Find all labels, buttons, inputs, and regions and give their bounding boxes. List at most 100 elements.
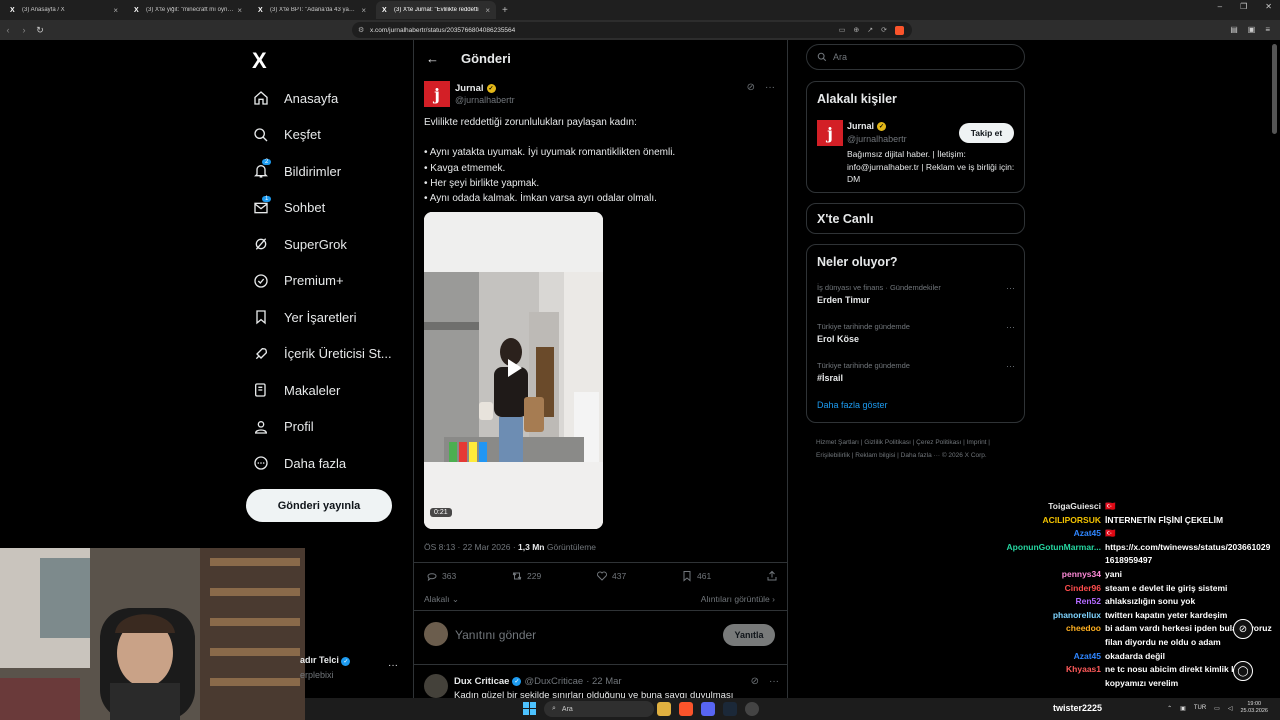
taskbar-search[interactable]: ⌕ Ara <box>544 701 654 717</box>
account-switcher[interactable]: adır Telci ✓ erplebixi <box>300 655 351 680</box>
avatar[interactable] <box>424 622 448 646</box>
back-arrow-icon[interactable]: ← <box>426 51 439 66</box>
avatar[interactable]: j <box>424 81 450 107</box>
trend-item[interactable]: İş dünyası ve finans · Gündemdekiler Erd… <box>817 283 1015 305</box>
obs-icon[interactable] <box>745 702 759 716</box>
tray-app-icon[interactable]: ▣ <box>1180 705 1186 712</box>
grok-icon[interactable]: ⊘ <box>1233 619 1253 639</box>
close-icon[interactable]: × <box>113 6 118 15</box>
trend-item[interactable]: Türkiye tarihinde gündemde Erol Köse ··· <box>817 322 1015 344</box>
trend-item[interactable]: Türkiye tarihinde gündemde #İsrail ··· <box>817 361 1015 383</box>
show-more-link[interactable]: Daha fazla göster <box>817 400 888 410</box>
search-icon <box>817 52 827 62</box>
url-field[interactable]: ⚙ x.com/jurnalhabertr/status/20357668040… <box>352 22 912 38</box>
new-tab-button[interactable]: + <box>502 5 508 16</box>
chat-bubble-icon[interactable]: ◯ <box>1233 661 1253 681</box>
browser-tab[interactable]: X (3) X'te yiğit: "minecraft mı oynuyon × <box>128 1 248 19</box>
minimize-icon[interactable]: – <box>1218 2 1222 11</box>
search-icon: ⌕ <box>552 705 556 712</box>
close-icon[interactable]: × <box>485 6 490 15</box>
avatar[interactable]: j <box>817 120 843 146</box>
related-person-handle[interactable]: @jurnalhabertr <box>847 134 907 144</box>
tweet-views-label: Görüntüleme <box>546 542 597 552</box>
footer-links[interactable]: Hizmet Şartları | Gizlilik Politikası | … <box>816 436 1016 462</box>
bookmark-button[interactable]: 461 <box>681 570 711 582</box>
browser-tab-active[interactable]: X (3) X'te Jurnal: "Evlilikte reddetti × <box>376 1 496 19</box>
zoom-icon[interactable]: ⊕ <box>853 26 859 35</box>
os-taskbar: ⌕ Ara twister2225 ⌃ ▣ TUR ▭ ◁ 19:00 25.03… <box>305 698 1280 720</box>
share-button[interactable] <box>766 570 778 582</box>
close-icon[interactable]: × <box>237 6 242 15</box>
reply-header-actions: ⊘ ··· <box>751 676 779 687</box>
sidebar-item-messages[interactable]: 1 Sohbet <box>252 190 392 227</box>
steam-icon[interactable] <box>723 702 737 716</box>
menu-icon[interactable]: ≡ <box>1265 25 1270 34</box>
sidebar-item-creator-studio[interactable]: İçerik Üreticisi St... <box>252 336 392 373</box>
browser-tab[interactable]: X(3) X'te BPT: "Adana'da 43 yaşındaki× <box>252 1 372 19</box>
sidebar-item-explore[interactable]: Keşfet <box>252 117 392 154</box>
translate-icon[interactable]: ⟳ <box>881 26 887 35</box>
forward-arrow-icon[interactable]: › <box>16 25 32 35</box>
share-icon[interactable]: ↗ <box>867 26 873 35</box>
view-quotes-link[interactable]: Alıntıları görüntüle › <box>701 594 775 604</box>
like-button[interactable]: 437 <box>596 570 626 582</box>
browser-tab[interactable]: X (3) Anasayfa / X × <box>4 1 124 19</box>
tweet-handle[interactable]: @jurnalhabertr <box>455 95 515 105</box>
more-options-icon[interactable]: ··· <box>1006 283 1015 293</box>
more-options-icon[interactable]: ··· <box>1006 361 1015 371</box>
restore-icon[interactable]: ❐ <box>1240 2 1247 11</box>
close-icon[interactable]: × <box>361 6 366 15</box>
live-card[interactable]: X'te Canlı <box>806 203 1025 234</box>
back-arrow-icon[interactable]: ‹ <box>0 25 16 35</box>
tweet-video[interactable]: 0:21 <box>424 212 603 529</box>
sidebar-item-profile[interactable]: Profil <box>252 409 392 446</box>
related-person-name[interactable]: Jurnal ✓ <box>847 121 887 131</box>
video-duration: 0:21 <box>430 508 452 517</box>
sort-relevant-dropdown[interactable]: Alakalı ⌄ <box>424 594 459 605</box>
play-icon[interactable] <box>502 356 526 380</box>
more-options-icon[interactable]: ··· <box>769 676 779 687</box>
network-icon[interactable]: ▭ <box>1214 705 1220 712</box>
volume-icon[interactable]: ◁ <box>1228 705 1233 712</box>
tray-chevron-icon[interactable]: ⌃ <box>1167 705 1172 712</box>
reply-input[interactable]: Yanıtını gönder <box>455 628 536 642</box>
verified-badge-icon: ✓ <box>877 121 887 131</box>
sidebar-item-notifications[interactable]: 2 Bildirimler <box>252 153 392 190</box>
grok-icon[interactable]: ⊘ <box>751 676 759 687</box>
x-logo-icon[interactable]: X <box>252 48 267 74</box>
search-input[interactable]: Ara <box>806 44 1025 70</box>
grok-icon[interactable]: ⊘ <box>747 82 755 93</box>
avatar[interactable] <box>424 674 448 698</box>
retweet-button[interactable]: 229 <box>511 570 541 582</box>
brave-browser-icon[interactable] <box>679 702 693 716</box>
more-options-icon[interactable]: ··· <box>1006 322 1015 332</box>
file-explorer-icon[interactable] <box>657 702 671 716</box>
divider <box>414 610 787 611</box>
more-options-icon[interactable]: ··· <box>765 82 775 93</box>
tweet-author[interactable]: Jurnal ✓ <box>455 83 496 94</box>
language-indicator[interactable]: TUR <box>1194 705 1206 711</box>
reply-submit-button[interactable]: Yanıtla <box>723 624 775 646</box>
sidebar-item-supergrok[interactable]: SuperGrok <box>252 226 392 263</box>
sidebar-item-premium[interactable]: Premium+ <box>252 263 392 300</box>
reload-icon[interactable]: ↻ <box>32 25 48 36</box>
more-options-icon[interactable]: ··· <box>388 660 398 671</box>
clock[interactable]: 19:00 25.03.2026 <box>1240 701 1268 715</box>
sidebar-item-bookmarks[interactable]: Yer İşaretleri <box>252 299 392 336</box>
windows-start-icon[interactable] <box>523 702 536 715</box>
sidebar-icon[interactable]: ▤ <box>1230 25 1238 34</box>
cast-icon[interactable]: ▭ <box>839 26 846 35</box>
chat-message: pennys34 yani <box>1061 568 1123 579</box>
close-window-icon[interactable]: ✕ <box>1265 2 1272 11</box>
sidebar-item-home[interactable]: Anasayfa <box>252 80 392 117</box>
brave-shield-icon[interactable] <box>895 25 904 35</box>
site-info-icon[interactable]: ⚙ <box>358 26 364 34</box>
sidebar-item-articles[interactable]: Makaleler <box>252 372 392 409</box>
wallet-icon[interactable]: ▣ <box>1248 25 1256 34</box>
post-button[interactable]: Gönderi yayınla <box>246 489 392 522</box>
follow-button[interactable]: Takip et <box>959 123 1014 143</box>
sidebar-item-more[interactable]: Daha fazla <box>252 445 392 482</box>
scrollbar[interactable] <box>1272 44 1277 134</box>
reply-button[interactable]: 363 <box>426 570 456 582</box>
discord-icon[interactable] <box>701 702 715 716</box>
